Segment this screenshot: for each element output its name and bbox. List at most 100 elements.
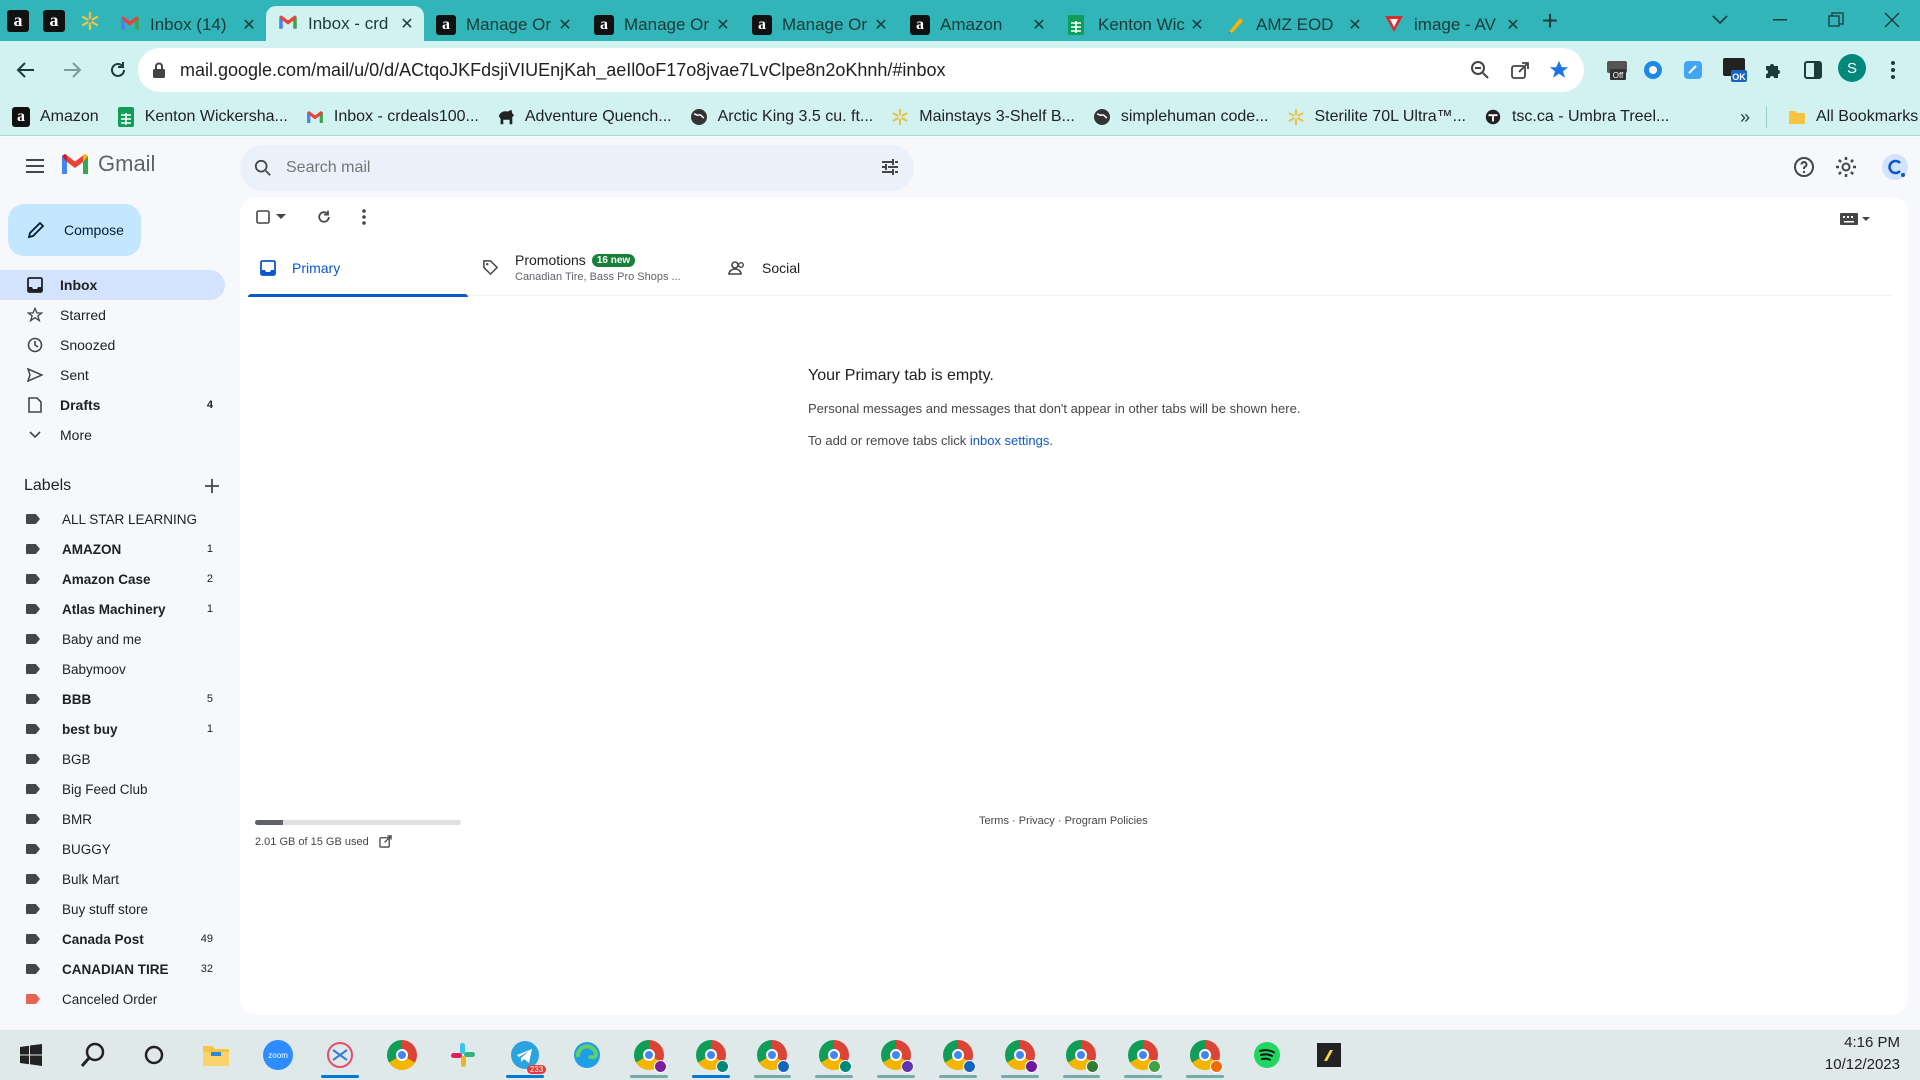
slack-icon[interactable] [433, 1030, 495, 1080]
bookmark-item[interactable]: Mainstays 3-Shelf B... [891, 108, 1075, 126]
edge-icon[interactable] [556, 1030, 618, 1080]
url-text[interactable]: mail.google.com/mail/u/0/d/ACtqoJKFdsjiV… [180, 60, 945, 81]
open-storage-icon[interactable] [379, 835, 392, 848]
label-item[interactable]: best buy 1 [0, 714, 225, 744]
address-bar[interactable]: mail.google.com/mail/u/0/d/ACtqoJKFdsjiV… [138, 48, 1584, 92]
chrome-profile-icon[interactable] [989, 1030, 1051, 1080]
label-item[interactable]: CANADIAN TIRE 32 [0, 954, 225, 984]
chrome-profile-icon[interactable] [618, 1030, 680, 1080]
label-item[interactable]: Amazon Case 2 [0, 564, 225, 594]
search-icon[interactable] [62, 1030, 124, 1080]
share-icon[interactable] [1510, 60, 1530, 80]
chrome-profile-icon[interactable] [680, 1030, 742, 1080]
close-tab-icon[interactable]: ✕ [1504, 16, 1522, 34]
chrome-profile-icon[interactable] [1174, 1030, 1236, 1080]
nav-item-more[interactable]: More [0, 420, 225, 450]
select-dropdown-icon[interactable] [276, 214, 286, 220]
close-tab-icon[interactable]: ✕ [714, 16, 732, 34]
browser-menu-icon[interactable] [1880, 57, 1906, 83]
gmail-logo[interactable]: Gmail [60, 151, 155, 177]
chrome-profile-icon[interactable] [1112, 1030, 1174, 1080]
close-tab-icon[interactable]: ✕ [240, 16, 258, 34]
forward-button[interactable] [52, 50, 92, 90]
label-item[interactable]: BUGGY [0, 834, 225, 864]
tab-promotions[interactable]: Promotions 16 new Canadian Tire, Bass Pro… [468, 239, 708, 296]
chrome-profile-icon[interactable] [865, 1030, 927, 1080]
close-tab-icon[interactable]: ✕ [556, 16, 574, 34]
bookmark-item[interactable]: Arctic King 3.5 cu. ft... [690, 108, 873, 126]
file-explorer-icon[interactable] [185, 1030, 247, 1080]
bookmark-item[interactable]: tsc.ca - Umbra Treel... [1484, 108, 1669, 126]
nav-item-drafts[interactable]: Drafts 4 [0, 390, 225, 420]
extensions-puzzle-icon[interactable] [1760, 57, 1786, 83]
close-tab-icon[interactable]: ✕ [1030, 16, 1048, 34]
extension-clip-icon[interactable] [1680, 57, 1706, 83]
privacy-link[interactable]: Privacy [1019, 815, 1055, 827]
system-clock[interactable]: 4:16 PM 10/12/2023 [1825, 1032, 1900, 1076]
snip-icon[interactable] [309, 1030, 371, 1080]
chrome-icon[interactable] [371, 1030, 433, 1080]
search-icon[interactable] [254, 159, 272, 177]
browser-tab[interactable]: image - AV ✕ [1372, 8, 1530, 41]
browser-tab[interactable]: a Manage Or ✕ [424, 8, 582, 41]
nav-item-inbox[interactable]: Inbox [0, 270, 225, 300]
tab-search-icon[interactable] [1690, 0, 1750, 40]
zoom-icon[interactable] [1470, 60, 1490, 80]
chrome-profile-icon[interactable] [1051, 1030, 1113, 1080]
nav-item-starred[interactable]: Starred [0, 300, 225, 330]
settings-gear-icon[interactable] [1834, 155, 1858, 179]
label-item[interactable]: BMR [0, 804, 225, 834]
label-item[interactable]: AMAZON 1 [0, 534, 225, 564]
label-item[interactable]: Atlas Machinery 1 [0, 594, 225, 624]
main-menu-icon[interactable] [20, 151, 50, 181]
browser-tab[interactable]: a Manage Or ✕ [740, 8, 898, 41]
new-tab-button[interactable]: + [1530, 0, 1570, 41]
bookmark-star-icon[interactable] [1548, 59, 1570, 81]
search-options-icon[interactable] [880, 157, 900, 177]
chrome-profile-icon[interactable] [742, 1030, 804, 1080]
label-item[interactable]: Canceled Order [0, 984, 225, 1014]
help-icon[interactable] [1792, 155, 1816, 179]
account-avatar[interactable] [1880, 152, 1910, 182]
profile-avatar[interactable]: S [1838, 54, 1866, 82]
chrome-profile-icon[interactable] [927, 1030, 989, 1080]
label-item[interactable]: Babymoov [0, 654, 225, 684]
close-tab-icon[interactable]: ✕ [1346, 16, 1364, 34]
program-policies-link[interactable]: Program Policies [1065, 815, 1148, 827]
extension-dots-icon[interactable] [1640, 57, 1666, 83]
label-item[interactable]: Buy stuff store [0, 894, 225, 924]
search-bar[interactable] [240, 145, 914, 191]
nav-item-sent[interactable]: Sent [0, 360, 225, 390]
bookmark-item[interactable]: Inbox - crdeals100... [306, 108, 479, 126]
browser-tab[interactable]: a Amazon ✕ [898, 8, 1056, 41]
tab-primary[interactable]: Primary [248, 239, 468, 297]
zoom-icon[interactable]: zoom [247, 1030, 309, 1080]
terms-link[interactable]: Terms [979, 815, 1009, 827]
add-label-icon[interactable] [204, 478, 220, 494]
all-bookmarks-button[interactable]: All Bookmarks [1788, 108, 1918, 126]
browser-tab[interactable]: a Manage Or ✕ [582, 8, 740, 41]
bookmarks-overflow-icon[interactable]: » [1740, 107, 1750, 128]
back-button[interactable] [6, 50, 46, 90]
close-tab-icon[interactable]: ✕ [398, 15, 416, 33]
inbox-settings-link[interactable]: inbox settings [970, 433, 1050, 448]
label-item[interactable]: Bulk Mart [0, 864, 225, 894]
windows-start-icon[interactable] [0, 1030, 62, 1080]
browser-tab[interactable]: AMZ EOD ✕ [1214, 8, 1372, 41]
pinned-tab-amazon[interactable]: a [0, 0, 36, 41]
select-checkbox[interactable] [256, 210, 294, 224]
nav-item-snoozed[interactable]: Snoozed [0, 330, 225, 360]
close-tab-icon[interactable]: ✕ [1188, 16, 1206, 34]
extension-ok-icon[interactable]: OK [1722, 57, 1748, 83]
close-tab-icon[interactable]: ✕ [872, 16, 890, 34]
side-panel-icon[interactable] [1800, 57, 1826, 83]
spotify-icon[interactable] [1236, 1030, 1298, 1080]
close-window-button[interactable] [1862, 0, 1920, 40]
reload-button[interactable] [98, 50, 138, 90]
pinned-tab-amazon[interactable]: a [36, 0, 72, 41]
tab-social[interactable]: Social [708, 239, 908, 296]
bookmark-item[interactable]: Kenton Wickersha... [117, 107, 288, 127]
browser-tab[interactable]: Inbox (14) ✕ [108, 8, 266, 41]
telegram-icon[interactable]: 233 [494, 1030, 556, 1080]
label-item[interactable]: Canada Post 49 [0, 924, 225, 954]
